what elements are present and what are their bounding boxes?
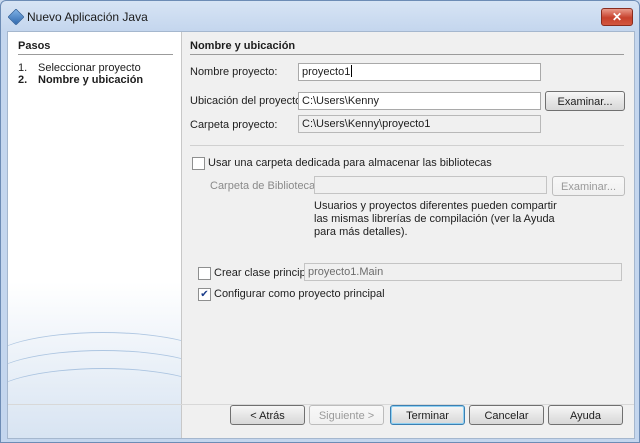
browse-location-button[interactable]: Examinar... bbox=[545, 91, 625, 111]
text-caret bbox=[351, 65, 353, 77]
panel-title: Nombre y ubicación bbox=[190, 40, 296, 52]
create-main-class-label[interactable]: Crear clase principal bbox=[214, 267, 314, 279]
project-folder-label: Carpeta proyecto: bbox=[190, 119, 278, 131]
browse-libraries-button[interactable]: Examinar... bbox=[552, 176, 625, 196]
steps-divider bbox=[18, 54, 173, 55]
project-folder-field[interactable]: C:\Users\Kenny\proyecto1 bbox=[298, 115, 541, 133]
next-button[interactable]: Siguiente > bbox=[309, 405, 384, 425]
main-class-input[interactable]: proyecto1.Main bbox=[304, 263, 622, 281]
back-button[interactable]: < Atrás bbox=[230, 405, 305, 425]
libraries-help-text: Usuarios y proyectos diferentes pueden c… bbox=[314, 200, 557, 238]
section-divider bbox=[190, 145, 624, 146]
project-location-label: Ubicación del proyecto: bbox=[190, 95, 305, 107]
cancel-button[interactable]: Cancelar bbox=[469, 405, 544, 425]
set-main-project-label[interactable]: Configurar como proyecto principal bbox=[214, 288, 385, 300]
wizard-window: Nuevo Aplicación Java ✕ Pasos 1. Seleccio… bbox=[0, 0, 640, 443]
step-item-name-location: 2. Nombre y ubicación bbox=[18, 74, 144, 86]
dedicated-folder-checkbox[interactable] bbox=[192, 157, 205, 170]
step-label: Nombre y ubicación bbox=[38, 74, 144, 86]
main-panel: Nombre y ubicación Nombre proyecto: proy… bbox=[188, 32, 628, 404]
project-name-input[interactable]: proyecto1 bbox=[298, 63, 541, 81]
decorative-wave bbox=[8, 368, 181, 429]
libraries-folder-label: Carpeta de Bibliotecas: bbox=[210, 180, 324, 192]
close-button[interactable]: ✕ bbox=[601, 8, 633, 26]
project-name-label: Nombre proyecto: bbox=[190, 66, 278, 78]
step-item-select-project: 1. Seleccionar proyecto bbox=[18, 62, 141, 74]
dedicated-folder-label[interactable]: Usar una carpeta dedicada para almacenar… bbox=[208, 157, 492, 169]
dialog-content: Pasos 1. Seleccionar proyecto 2. Nombre y … bbox=[7, 31, 635, 439]
java-app-icon bbox=[7, 8, 25, 26]
step-label: Seleccionar proyecto bbox=[38, 62, 141, 74]
set-main-project-checkbox[interactable]: ✔ bbox=[198, 288, 211, 301]
create-main-class-checkbox[interactable] bbox=[198, 267, 211, 280]
help-button[interactable]: Ayuda bbox=[548, 405, 623, 425]
title-bar[interactable]: Nuevo Aplicación Java ✕ bbox=[1, 1, 639, 31]
project-location-input[interactable]: C:\Users\Kenny bbox=[298, 92, 541, 110]
panel-divider bbox=[190, 54, 624, 55]
libraries-folder-input[interactable] bbox=[314, 176, 547, 194]
steps-panel: Pasos 1. Seleccionar proyecto 2. Nombre y … bbox=[8, 32, 182, 438]
window-title: Nuevo Aplicación Java bbox=[27, 10, 148, 24]
steps-title: Pasos bbox=[18, 40, 51, 52]
finish-button[interactable]: Terminar bbox=[390, 405, 465, 425]
